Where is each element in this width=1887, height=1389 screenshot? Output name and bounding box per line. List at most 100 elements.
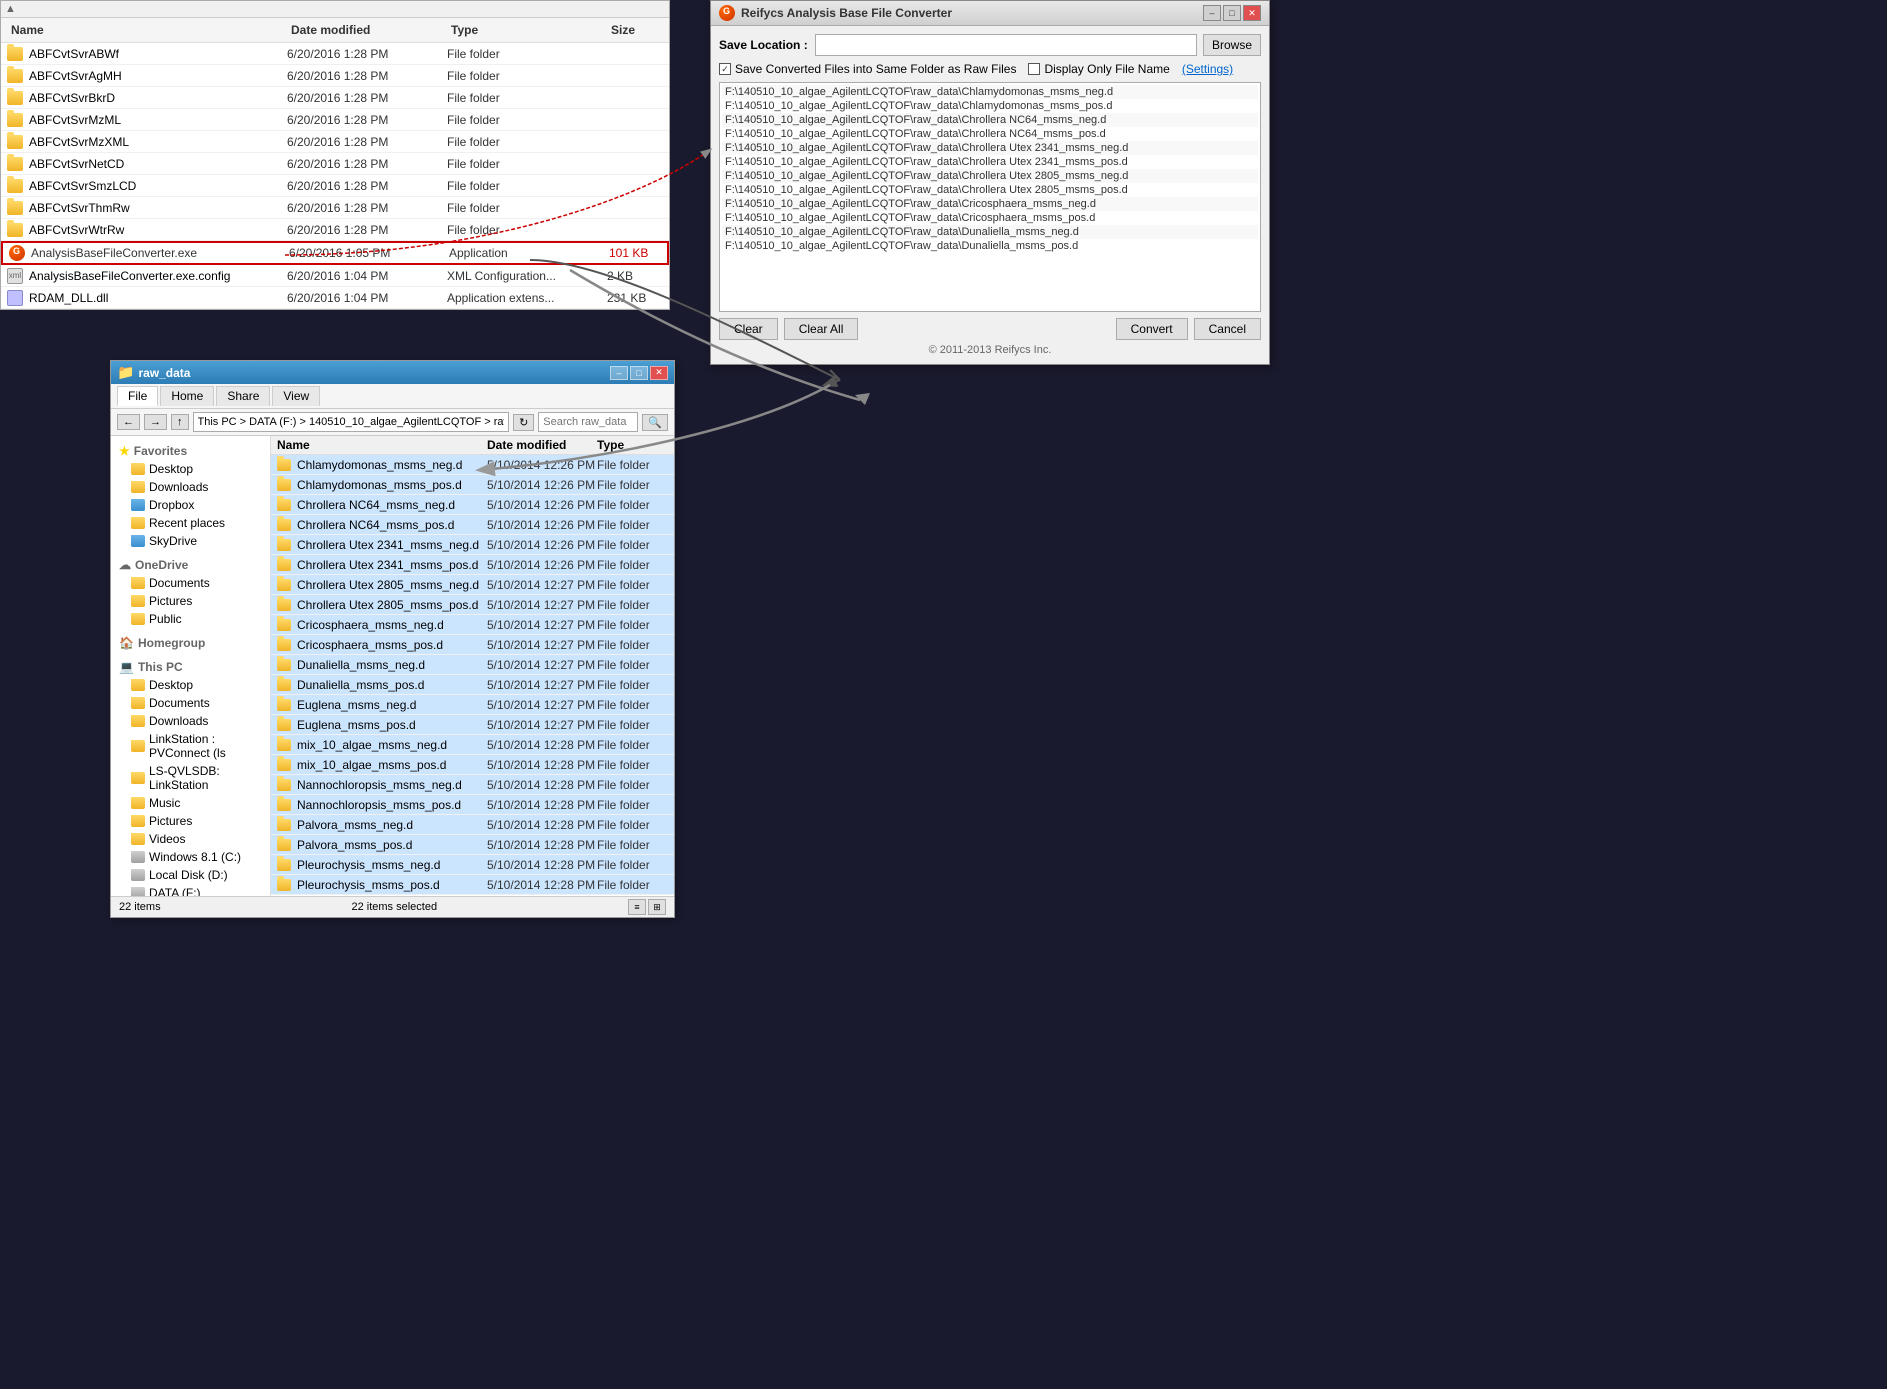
- sidebar-item-pc[interactable]: Documents: [115, 694, 266, 712]
- bottom-file-row[interactable]: Chrollera Utex 2341_msms_pos.d 5/10/2014…: [271, 555, 674, 575]
- converter-file-item[interactable]: F:\140510_10_algae_AgilentLCQTOF\raw_dat…: [722, 99, 1258, 113]
- sidebar-item-desktop[interactable]: Desktop: [115, 460, 266, 478]
- sidebar-item-dropbox[interactable]: Dropbox: [115, 496, 266, 514]
- sidebar-item-pc[interactable]: LinkStation : PVConnect (ls: [115, 730, 266, 762]
- up-button[interactable]: ↑: [171, 414, 189, 430]
- sidebar-item-pc[interactable]: Downloads: [115, 712, 266, 730]
- bottom-file-row[interactable]: Palvora_msms_pos.d 5/10/2014 12:28 PM Fi…: [271, 835, 674, 855]
- sidebar-item-recent[interactable]: Recent places: [115, 514, 266, 532]
- browse-button[interactable]: Browse: [1203, 34, 1261, 56]
- top-file-row[interactable]: ABFCvtSvrABWf 6/20/2016 1:28 PM File fol…: [1, 43, 669, 65]
- bottom-file-row[interactable]: Nannochloropsis_msms_neg.d 5/10/2014 12:…: [271, 775, 674, 795]
- bottom-file-row[interactable]: Chrollera Utex 2805_msms_neg.d 5/10/2014…: [271, 575, 674, 595]
- clear-all-button[interactable]: Clear All: [784, 318, 859, 340]
- ribbon-tab-share[interactable]: Share: [216, 386, 270, 406]
- top-file-row[interactable]: ABFCvtSvrAgMH 6/20/2016 1:28 PM File fol…: [1, 65, 669, 87]
- ribbon-tab-file[interactable]: File: [117, 386, 158, 406]
- bottom-file-row[interactable]: Dunaliella_msms_pos.d 5/10/2014 12:27 PM…: [271, 675, 674, 695]
- tiles-view-button[interactable]: ⊞: [648, 899, 666, 915]
- bottom-file-row[interactable]: mix_10_algae_msms_pos.d 5/10/2014 12:28 …: [271, 755, 674, 775]
- fp-col-type[interactable]: Type: [597, 438, 674, 452]
- converter-file-item[interactable]: F:\140510_10_algae_AgilentLCQTOF\raw_dat…: [722, 141, 1258, 155]
- sidebar-item-pc[interactable]: Local Disk (D:): [115, 866, 266, 884]
- sidebar-item-pc[interactable]: Pictures: [115, 812, 266, 830]
- thispc-header[interactable]: 💻 This PC: [115, 656, 266, 676]
- details-view-button[interactable]: ≡: [628, 899, 646, 915]
- bottom-restore-button[interactable]: □: [630, 366, 648, 380]
- settings-link[interactable]: (Settings): [1182, 62, 1233, 76]
- bottom-file-row[interactable]: Nannochloropsis_msms_pos.d 5/10/2014 12:…: [271, 795, 674, 815]
- top-file-row[interactable]: ABFCvtSvrThmRw 6/20/2016 1:28 PM File fo…: [1, 197, 669, 219]
- display-filename-checkbox[interactable]: [1028, 63, 1040, 75]
- bottom-file-row[interactable]: Chrollera Utex 2805_msms_pos.d 5/10/2014…: [271, 595, 674, 615]
- bottom-file-row[interactable]: Cricosphaera_msms_neg.d 5/10/2014 12:27 …: [271, 615, 674, 635]
- converter-file-item[interactable]: F:\140510_10_algae_AgilentLCQTOF\raw_dat…: [722, 211, 1258, 225]
- display-filename-checkbox-label[interactable]: Display Only File Name: [1028, 62, 1169, 76]
- clear-button[interactable]: Clear: [719, 318, 778, 340]
- top-file-row[interactable]: AnalysisBaseFileConverter.exe 6/20/2016 …: [1, 241, 669, 265]
- forward-button[interactable]: →: [144, 414, 167, 430]
- bottom-close-button[interactable]: ✕: [650, 366, 668, 380]
- bottom-file-row[interactable]: Pleurochysis_msms_neg.d 5/10/2014 12:28 …: [271, 855, 674, 875]
- converter-file-item[interactable]: F:\140510_10_algae_AgilentLCQTOF\raw_dat…: [722, 183, 1258, 197]
- sidebar-item-pc[interactable]: Desktop: [115, 676, 266, 694]
- cancel-button[interactable]: Cancel: [1194, 318, 1261, 340]
- bottom-file-row[interactable]: Chrollera NC64_msms_pos.d 5/10/2014 12:2…: [271, 515, 674, 535]
- top-file-row[interactable]: ABFCvtSvrSmzLCD 6/20/2016 1:28 PM File f…: [1, 175, 669, 197]
- bottom-file-row[interactable]: Chrollera Utex 2341_msms_neg.d 5/10/2014…: [271, 535, 674, 555]
- save-converted-checkbox[interactable]: [719, 63, 731, 75]
- sidebar-item-od-docs[interactable]: Documents: [115, 574, 266, 592]
- save-location-input[interactable]: [815, 34, 1197, 56]
- converter-file-item[interactable]: F:\140510_10_algae_AgilentLCQTOF\raw_dat…: [722, 127, 1258, 141]
- bottom-file-row[interactable]: Euglena_msms_neg.d 5/10/2014 12:27 PM Fi…: [271, 695, 674, 715]
- search-button[interactable]: 🔍: [642, 414, 668, 431]
- top-file-row[interactable]: ABFCvtSvrWtrRw 6/20/2016 1:28 PM File fo…: [1, 219, 669, 241]
- sidebar-item-pc[interactable]: Windows 8.1 (C:): [115, 848, 266, 866]
- converter-file-item[interactable]: F:\140510_10_algae_AgilentLCQTOF\raw_dat…: [722, 113, 1258, 127]
- top-file-row[interactable]: ABFCvtSvrMzML 6/20/2016 1:28 PM File fol…: [1, 109, 669, 131]
- bottom-minimize-button[interactable]: –: [610, 366, 628, 380]
- sidebar-item-pc[interactable]: Music: [115, 794, 266, 812]
- converter-file-item[interactable]: F:\140510_10_algae_AgilentLCQTOF\raw_dat…: [722, 85, 1258, 99]
- sidebar-item-skydrive[interactable]: SkyDrive: [115, 532, 266, 550]
- refresh-button[interactable]: ↻: [513, 414, 534, 431]
- col-header-type[interactable]: Type: [447, 21, 607, 39]
- sidebar-item-od-public[interactable]: Public: [115, 610, 266, 628]
- top-file-row[interactable]: ABFCvtSvrMzXML 6/20/2016 1:28 PM File fo…: [1, 131, 669, 153]
- bottom-file-row[interactable]: Chrollera NC64_msms_neg.d 5/10/2014 12:2…: [271, 495, 674, 515]
- homegroup-header[interactable]: 🏠 Homegroup: [115, 632, 266, 652]
- fp-col-name[interactable]: Name: [277, 438, 487, 452]
- address-input[interactable]: [193, 412, 510, 432]
- top-file-row[interactable]: RDAM_DLL.dll 6/20/2016 1:04 PM Applicati…: [1, 287, 669, 309]
- col-header-name[interactable]: Name: [7, 21, 287, 39]
- sidebar-item-od-pictures[interactable]: Pictures: [115, 592, 266, 610]
- col-header-size[interactable]: Size: [607, 21, 687, 39]
- sidebar-item-pc[interactable]: LS-QVLSDB: LinkStation: [115, 762, 266, 794]
- bottom-file-row[interactable]: Palvora_msms_neg.d 5/10/2014 12:28 PM Fi…: [271, 815, 674, 835]
- convert-button[interactable]: Convert: [1116, 318, 1188, 340]
- onedrive-header[interactable]: ☁ OneDrive: [115, 554, 266, 574]
- bottom-file-row[interactable]: Chlamydomonas_msms_pos.d 5/10/2014 12:26…: [271, 475, 674, 495]
- converter-file-item[interactable]: F:\140510_10_algae_AgilentLCQTOF\raw_dat…: [722, 225, 1258, 239]
- search-input[interactable]: [538, 412, 638, 432]
- col-header-date[interactable]: Date modified: [287, 21, 447, 39]
- sidebar-item-pc[interactable]: DATA (F:): [115, 884, 266, 896]
- top-file-row[interactable]: ABFCvtSvrBkrD 6/20/2016 1:28 PM File fol…: [1, 87, 669, 109]
- restore-button[interactable]: □: [1223, 5, 1241, 21]
- top-file-row[interactable]: xml AnalysisBaseFileConverter.exe.config…: [1, 265, 669, 287]
- back-button[interactable]: ←: [117, 414, 140, 430]
- ribbon-tab-home[interactable]: Home: [160, 386, 214, 406]
- favorites-header[interactable]: ★ Favorites: [115, 440, 266, 460]
- sidebar-item-downloads[interactable]: Downloads: [115, 478, 266, 496]
- save-converted-checkbox-label[interactable]: Save Converted Files into Same Folder as…: [719, 62, 1016, 76]
- sidebar-item-pc[interactable]: Videos: [115, 830, 266, 848]
- bottom-file-row[interactable]: Chlamydomonas_msms_neg.d 5/10/2014 12:26…: [271, 455, 674, 475]
- ribbon-tab-view[interactable]: View: [272, 386, 320, 406]
- bottom-file-row[interactable]: mix_10_algae_msms_neg.d 5/10/2014 12:28 …: [271, 735, 674, 755]
- converter-file-item[interactable]: F:\140510_10_algae_AgilentLCQTOF\raw_dat…: [722, 155, 1258, 169]
- close-button[interactable]: ✕: [1243, 5, 1261, 21]
- minimize-button[interactable]: –: [1203, 5, 1221, 21]
- converter-file-item[interactable]: F:\140510_10_algae_AgilentLCQTOF\raw_dat…: [722, 197, 1258, 211]
- bottom-file-row[interactable]: Euglena_msms_pos.d 5/10/2014 12:27 PM Fi…: [271, 715, 674, 735]
- converter-file-list[interactable]: F:\140510_10_algae_AgilentLCQTOF\raw_dat…: [719, 82, 1261, 312]
